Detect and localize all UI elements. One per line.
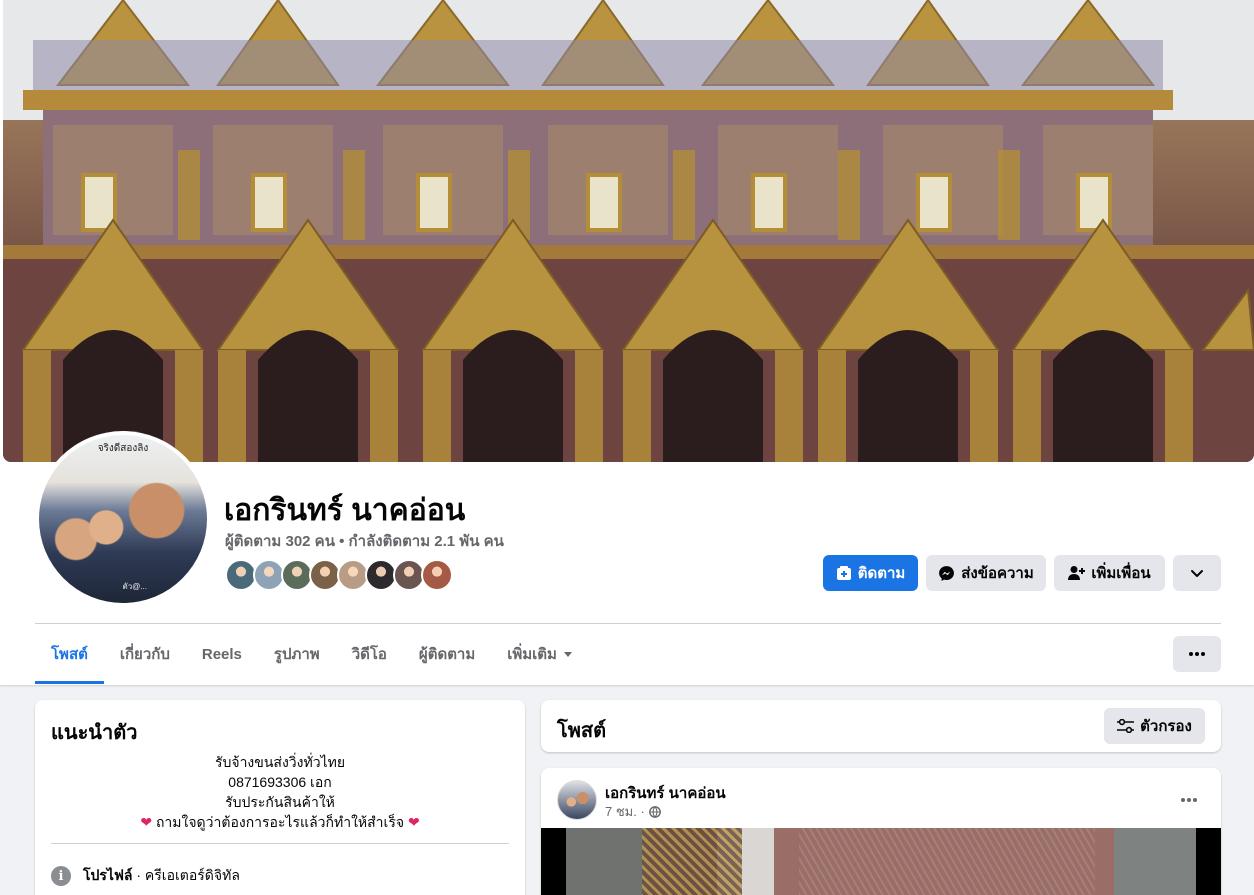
filter-label: ตัวกรอง [1140,718,1192,735]
tab-label: Reels [201,645,242,663]
intro-bio: รับจ้างขนส่งวิ่งทั่วไทย 0871693306 เอก ร… [51,752,509,832]
follow-icon [836,566,851,580]
tab-reels[interactable]: Reels [186,624,258,684]
more-actions-button[interactable] [1173,555,1221,591]
bio-line: ถามใจดูว่าต้องการอะไรแล้วก็ทำให้สำเร็จ [155,814,405,830]
heart-icon: ❤ [407,814,420,830]
bio-line-with-hearts: ❤ ถามใจดูว่าต้องการอะไรแล้วก็ทำให้สำเร็จ… [51,812,509,832]
follow-label: ติดตาม [857,565,906,582]
friend-avatar[interactable] [421,559,453,591]
tab-posts[interactable]: โพสต์ [35,624,104,684]
tab-label: โพสต์ [51,646,88,663]
profile-avatar-image: จริงดีสองลิง ตัว@... [39,435,207,603]
post-card: เอกรินทร์ นาคอ่อน 7 ชม. · [541,768,1221,895]
tab-label: รูปภาพ [273,646,320,663]
intro-card: แนะนำตัว รับจ้างขนส่งวิ่งทั่วไทย 0871693… [35,700,525,895]
profile-category: · ครีเอเตอร์ดิจิทัล [132,867,240,883]
post-photo [566,828,1196,895]
tab-videos[interactable]: วิดีโอ [336,624,403,684]
caret-down-icon [563,652,572,657]
globe-icon [648,805,661,818]
profile-header: จริงดีสองลิง ตัว@... เอกรินทร์ นาคอ่อน ผ… [0,0,1254,685]
post-options-button[interactable] [1171,782,1207,818]
tabs-more-button[interactable] [1173,636,1221,672]
bio-line: 0871693306 เอก [228,774,332,790]
more-dots-icon [1181,798,1197,802]
cover-photo-illustration [3,0,1254,462]
tab-label: เกี่ยวกับ [119,646,170,663]
messenger-icon [939,565,955,581]
tab-photos[interactable]: รูปภาพ [258,624,336,684]
profile-category-text: โปรไฟล์ · ครีเอเตอร์ดิจิทัล [83,865,240,887]
intro-title: แนะนำตัว [51,722,138,744]
filter-button[interactable]: ตัวกรอง [1104,708,1205,744]
add-friend-label: เพิ่มเพื่อน [1091,565,1151,582]
add-friend-icon [1068,566,1086,580]
profile-avatar[interactable]: จริงดีสองลิง ตัว@... [35,431,211,607]
chevron-down-icon [1191,570,1203,577]
message-label: ส่งข้อความ [961,565,1034,582]
tab-label: ผู้ติดตาม [418,646,476,663]
more-dots-icon [1189,652,1205,656]
intro-profile-category: i โปรไฟล์ · ครีเอเตอร์ดิจิทัล [51,865,240,887]
profile-follow-stats[interactable]: ผู้ติดตาม 302 คน • กำลังติดตาม 2.1 พัน ค… [225,529,504,553]
profile-name: เอกรินทร์ นาคอ่อน [224,494,466,527]
heart-icon: ❤ [140,814,153,830]
message-button[interactable]: ส่งข้อความ [926,555,1046,591]
tab-label: วิดีโอ [351,646,387,663]
bio-line: รับประกันสินค้าให้ [225,794,335,810]
posts-title: โพสต์ [557,720,607,742]
intro-divider [51,843,509,844]
post-author-avatar[interactable] [557,780,597,820]
tab-followers[interactable]: ผู้ติดตาม [403,624,491,684]
cover-photo[interactable] [3,0,1254,462]
posts-header-card: โพสต์ ตัวกรอง [541,700,1221,752]
avatar-caption: จริงดีสองลิง [97,443,149,454]
bio-line: รับจ้างขนส่งวิ่งทั่วไทย [214,754,346,770]
follow-button[interactable]: ติดตาม [823,555,918,591]
post-time[interactable]: 7 ชม. · [605,801,645,822]
post-meta: 7 ชม. · [605,801,661,822]
tab-about[interactable]: เกี่ยวกับ [104,624,186,684]
filter-icon [1117,719,1135,733]
add-friend-button[interactable]: เพิ่มเพื่อน [1054,555,1165,591]
tab-label: เพิ่มเติม [507,646,557,663]
info-icon: i [51,866,71,886]
tab-more[interactable]: เพิ่มเติม [491,624,589,684]
post-media[interactable] [541,828,1221,895]
avatar-watermark: ตัว@... [122,582,147,591]
profile-tabs: โพสต์ เกี่ยวกับ Reels รูปภาพ วิดีโอ ผู้ต… [35,624,589,684]
profile-label: โปรไฟล์ [83,867,133,883]
